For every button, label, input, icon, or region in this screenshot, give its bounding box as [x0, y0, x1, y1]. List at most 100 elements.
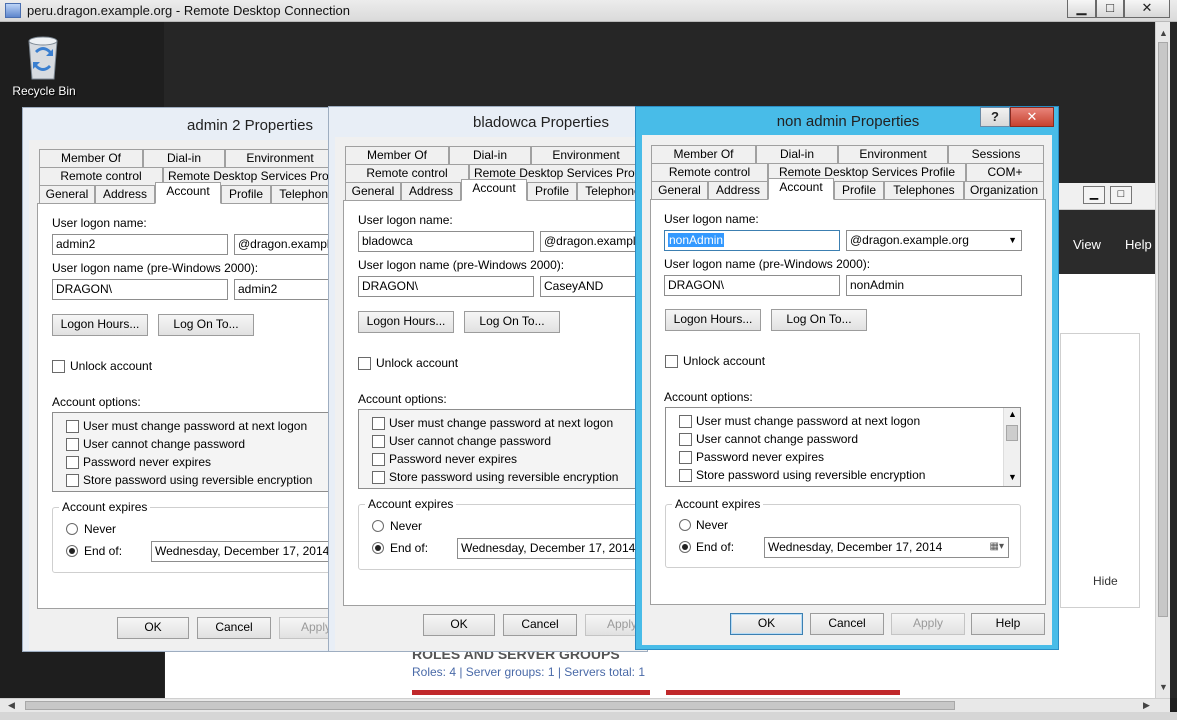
server-manager-maximize-button[interactable]: □: [1110, 186, 1132, 204]
tab-general[interactable]: General: [39, 185, 95, 204]
tab-address[interactable]: Address: [401, 182, 461, 201]
option-checkbox[interactable]: [679, 415, 692, 428]
tab-remote-control[interactable]: Remote control: [651, 163, 768, 182]
never-radio[interactable]: [679, 519, 691, 531]
scrollbar-thumb[interactable]: [1158, 42, 1168, 617]
hide-link[interactable]: Hide: [1093, 574, 1118, 588]
domain-select[interactable]: @dragon.example.org: [234, 234, 341, 255]
tab-general[interactable]: General: [345, 182, 401, 201]
scroll-down-icon[interactable]: ▼: [1008, 472, 1017, 482]
unlock-account-checkbox[interactable]: [52, 360, 65, 373]
logon-hours-button[interactable]: Logon Hours...: [358, 311, 454, 333]
tab-profile[interactable]: Profile: [834, 181, 884, 200]
end-of-radio[interactable]: [66, 545, 78, 557]
log-on-to-button[interactable]: Log On To...: [158, 314, 254, 336]
options-scrollbar[interactable]: ▲ ▼: [1003, 408, 1020, 486]
end-of-radio[interactable]: [372, 542, 384, 554]
log-on-to-button[interactable]: Log On To...: [464, 311, 560, 333]
tab-remote-control[interactable]: Remote control: [39, 167, 163, 186]
scroll-up-icon[interactable]: ▲: [1159, 28, 1168, 38]
option-checkbox[interactable]: [372, 471, 385, 484]
tab-general[interactable]: General: [651, 181, 708, 200]
server-manager-minimize-button[interactable]: ▁: [1083, 186, 1105, 204]
end-date-picker[interactable]: Wednesday, December 17, 2014 ▦▾: [764, 537, 1009, 558]
account-options-list[interactable]: User must change password at next logon …: [665, 407, 1021, 487]
minimize-button[interactable]: ▁: [1067, 0, 1096, 18]
log-on-to-button[interactable]: Log On To...: [771, 309, 867, 331]
rdp-vertical-scrollbar[interactable]: ▲ ▼: [1155, 22, 1170, 698]
server-manager-help-menu[interactable]: Help: [1125, 237, 1152, 252]
logon-name-input[interactable]: nonAdmin: [664, 230, 840, 251]
option-checkbox[interactable]: [66, 420, 79, 433]
tab-com-plus[interactable]: COM+: [966, 163, 1044, 182]
option-checkbox[interactable]: [679, 433, 692, 446]
tab-address[interactable]: Address: [708, 181, 768, 200]
close-button[interactable]: ✕: [1124, 0, 1170, 18]
option-checkbox[interactable]: [372, 417, 385, 430]
apply-button[interactable]: Apply: [891, 613, 965, 635]
logon-hours-button[interactable]: Logon Hours...: [52, 314, 148, 336]
recycle-bin-label[interactable]: Recycle Bin: [6, 84, 82, 98]
tab-environment[interactable]: Environment: [531, 146, 641, 165]
account-options-list[interactable]: User must change password at next logon …: [358, 409, 647, 489]
ok-button[interactable]: OK: [423, 614, 495, 636]
tab-member-of[interactable]: Member Of: [39, 149, 143, 168]
pre2000-name-input[interactable]: admin2: [234, 279, 341, 300]
tab-sessions[interactable]: Sessions: [948, 145, 1044, 164]
option-checkbox[interactable]: [372, 453, 385, 466]
scrollbar-thumb[interactable]: [25, 701, 955, 710]
tab-member-of[interactable]: Member Of: [345, 146, 449, 165]
rdp-horizontal-scrollbar[interactable]: ◀ ▶: [0, 698, 1170, 712]
tab-environment[interactable]: Environment: [838, 145, 948, 164]
close-icon[interactable]: ✕: [1010, 107, 1054, 127]
logon-hours-button[interactable]: Logon Hours...: [665, 309, 761, 331]
tab-account[interactable]: Account: [461, 179, 527, 201]
never-radio[interactable]: [66, 523, 78, 535]
scroll-down-icon[interactable]: ▼: [1159, 682, 1168, 692]
account-options-list[interactable]: User must change password at next logon …: [52, 412, 341, 492]
option-checkbox[interactable]: [372, 435, 385, 448]
tab-environment[interactable]: Environment: [225, 149, 335, 168]
cancel-button[interactable]: Cancel: [503, 614, 577, 636]
unlock-account-checkbox[interactable]: [358, 357, 371, 370]
cancel-button[interactable]: Cancel: [197, 617, 271, 639]
tab-address[interactable]: Address: [95, 185, 155, 204]
tab-dial-in[interactable]: Dial-in: [449, 146, 531, 165]
never-radio[interactable]: [372, 520, 384, 532]
tab-profile[interactable]: Profile: [221, 185, 271, 204]
option-checkbox[interactable]: [66, 456, 79, 469]
tab-telephones[interactable]: Telephones: [884, 181, 964, 200]
logon-name-input[interactable]: bladowca: [358, 231, 534, 252]
unlock-account-checkbox[interactable]: [665, 355, 678, 368]
pre2000-name-input[interactable]: CaseyAND: [540, 276, 647, 297]
option-checkbox[interactable]: [66, 474, 79, 487]
tab-account[interactable]: Account: [155, 182, 221, 204]
end-date-picker[interactable]: Wednesday, December 17, 2014: [151, 541, 341, 562]
tab-remote-control[interactable]: Remote control: [345, 164, 469, 183]
recycle-bin-icon[interactable]: [24, 33, 62, 81]
server-manager-view-menu[interactable]: View: [1073, 237, 1101, 252]
ok-button[interactable]: OK: [730, 613, 803, 635]
calendar-icon[interactable]: ▦▾: [990, 538, 1004, 556]
domain-select[interactable]: @dragon.example.org ▼: [846, 230, 1022, 251]
help-button[interactable]: Help: [971, 613, 1045, 635]
tab-dial-in[interactable]: Dial-in: [756, 145, 838, 164]
option-checkbox[interactable]: [66, 438, 79, 451]
logon-name-input[interactable]: admin2: [52, 234, 228, 255]
tab-account[interactable]: Account: [768, 178, 834, 200]
tab-dial-in[interactable]: Dial-in: [143, 149, 225, 168]
domain-select[interactable]: @dragon.example.org: [540, 231, 647, 252]
end-date-picker[interactable]: Wednesday, December 17, 2014: [457, 538, 647, 559]
scroll-right-icon[interactable]: ▶: [1143, 700, 1150, 711]
pre2000-name-input[interactable]: nonAdmin: [846, 275, 1022, 296]
cancel-button[interactable]: Cancel: [810, 613, 884, 635]
ok-button[interactable]: OK: [117, 617, 189, 639]
tab-member-of[interactable]: Member Of: [651, 145, 756, 164]
scroll-left-icon[interactable]: ◀: [8, 700, 15, 711]
scroll-up-icon[interactable]: ▲: [1008, 409, 1017, 419]
option-checkbox[interactable]: [679, 451, 692, 464]
option-checkbox[interactable]: [679, 469, 692, 482]
tab-organization[interactable]: Organization: [964, 181, 1044, 200]
help-title-button[interactable]: ?: [980, 107, 1010, 127]
tab-profile[interactable]: Profile: [527, 182, 577, 201]
